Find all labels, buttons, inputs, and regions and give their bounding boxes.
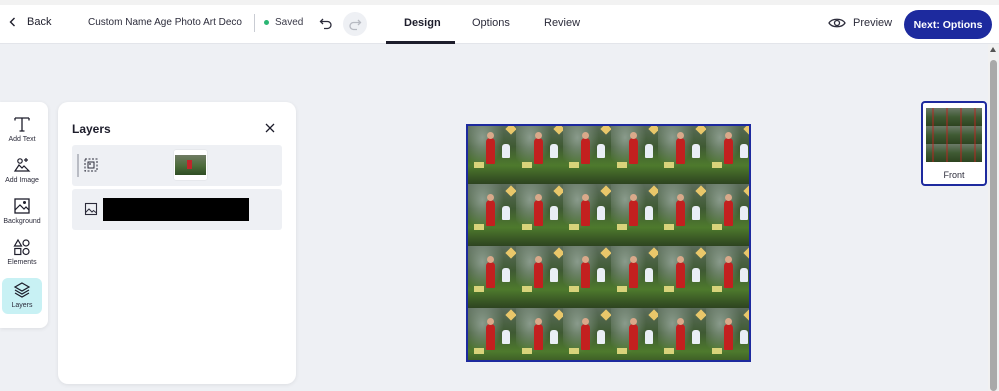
scroll-up-arrow-icon[interactable] <box>990 47 996 52</box>
text-icon <box>14 117 30 132</box>
page-thumbnail-front[interactable]: Front <box>921 101 987 186</box>
divider <box>254 14 255 32</box>
add-image-tool[interactable]: Add Image <box>2 153 42 189</box>
elements-label: Elements <box>7 259 37 266</box>
pattern-tile <box>468 184 516 246</box>
elements-tool[interactable]: Elements <box>2 235 42 271</box>
pattern-tile <box>515 184 563 246</box>
pattern-tile <box>610 126 658 184</box>
add-text-tool[interactable]: Add Text <box>2 112 42 148</box>
background-label: Background <box>3 218 41 225</box>
redo-icon <box>349 19 362 31</box>
pattern-tile <box>610 308 658 360</box>
back-button[interactable]: Back <box>8 16 51 28</box>
pattern-icon <box>84 158 98 172</box>
tab-options[interactable]: Options <box>472 17 510 29</box>
tab-design[interactable]: Design <box>404 17 441 29</box>
pattern-tile <box>705 308 749 360</box>
tool-sidebar: Add Text Add Image Background Elements L… <box>0 102 48 328</box>
redo-button[interactable] <box>343 12 367 36</box>
pattern-tile <box>658 308 706 360</box>
pattern-tile <box>468 246 516 308</box>
close-icon[interactable] <box>263 121 277 135</box>
pattern-tile <box>610 184 658 246</box>
layers-icon <box>13 282 31 298</box>
vertical-scrollbar[interactable] <box>988 44 999 391</box>
pattern-tile <box>563 246 611 308</box>
pattern-tile <box>468 126 516 184</box>
drag-handle[interactable] <box>77 154 79 177</box>
saved-label: Saved <box>275 17 304 28</box>
preview-button[interactable]: Preview <box>828 17 892 29</box>
image-add-icon <box>13 158 31 172</box>
undo-icon <box>319 18 332 30</box>
shapes-icon <box>13 238 30 256</box>
layers-tool[interactable]: Layers <box>2 278 42 314</box>
scrollbar-thumb[interactable] <box>990 60 997 391</box>
pattern-tile <box>658 126 706 184</box>
undo-button[interactable] <box>316 12 336 34</box>
next-options-button[interactable]: Next: Options <box>904 10 992 39</box>
pattern-tile <box>563 308 611 360</box>
background-icon <box>14 198 30 214</box>
active-tab-indicator <box>386 41 455 44</box>
pattern-tile <box>515 126 563 184</box>
pattern-tile <box>705 126 749 184</box>
background-tool[interactable]: Background <box>2 194 42 230</box>
chevron-left-icon <box>9 17 15 27</box>
layer-thumbnail <box>174 150 207 180</box>
pattern-tile <box>563 184 611 246</box>
pattern-tile <box>563 126 611 184</box>
pattern-tile <box>705 246 749 308</box>
save-status: Saved <box>264 17 303 28</box>
redacted-layer-name <box>103 198 249 221</box>
pattern-tile <box>705 184 749 246</box>
tab-review[interactable]: Review <box>544 17 580 29</box>
page-preview-image <box>926 108 982 162</box>
add-image-label: Add Image <box>5 177 39 184</box>
top-bar: Back Custom Name Age Photo Art Deco Birt… <box>0 0 999 44</box>
pattern-tile <box>515 308 563 360</box>
pattern-tile <box>515 246 563 308</box>
pattern-tile <box>658 246 706 308</box>
add-text-label: Add Text <box>8 136 36 143</box>
pattern-tile <box>610 246 658 308</box>
layers-panel-title: Layers <box>72 122 111 136</box>
preview-label: Preview <box>853 17 893 29</box>
back-label: Back <box>27 16 52 28</box>
design-canvas[interactable] <box>466 124 751 362</box>
layer-item-photo-pattern[interactable] <box>72 145 282 186</box>
layer-item-image[interactable] <box>72 189 282 230</box>
page-label: Front <box>943 170 965 180</box>
image-icon <box>84 202 98 216</box>
pattern-tile <box>468 308 516 360</box>
pattern-tile <box>658 184 706 246</box>
eye-icon <box>828 18 846 28</box>
document-title[interactable]: Custom Name Age Photo Art Deco Birth... <box>88 17 243 28</box>
layers-label: Layers <box>11 302 33 309</box>
layers-panel: Layers <box>58 102 296 384</box>
saved-dot-icon <box>264 20 269 25</box>
